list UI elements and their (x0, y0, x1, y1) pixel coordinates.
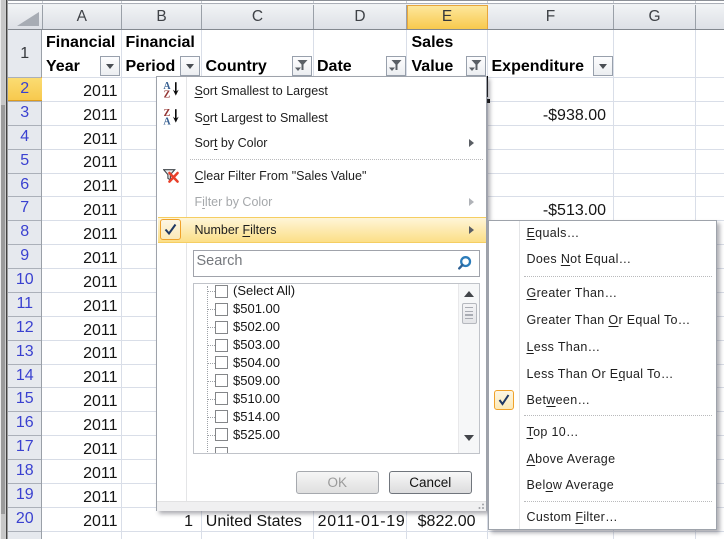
svg-text:Z: Z (163, 90, 170, 99)
svg-text:A: A (163, 117, 171, 126)
